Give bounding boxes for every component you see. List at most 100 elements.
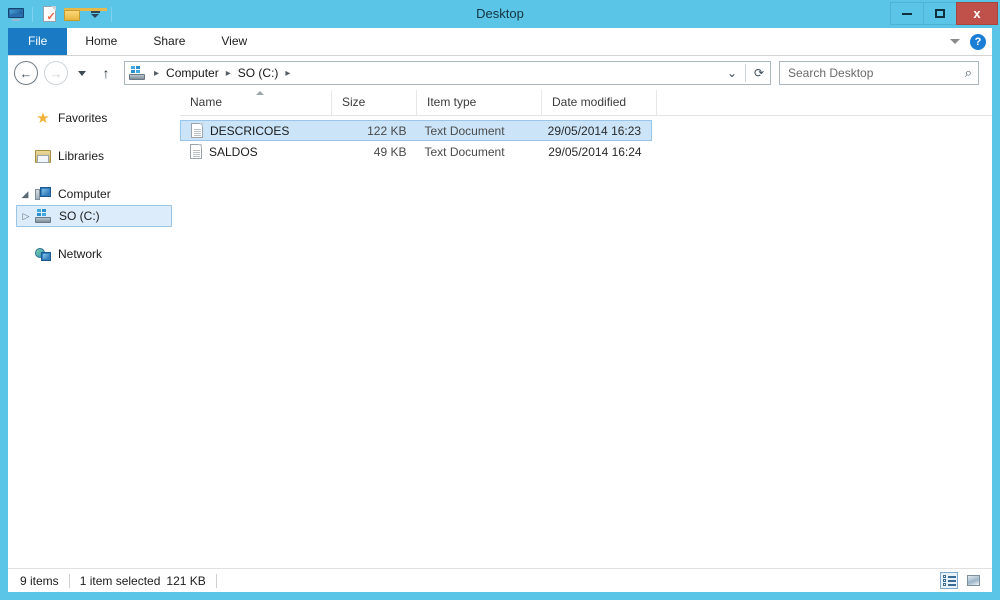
- close-button[interactable]: x: [956, 2, 998, 25]
- computer-icon-glyph: [8, 7, 24, 21]
- status-divider-1: [68, 573, 70, 588]
- back-button[interactable]: ←: [14, 61, 38, 85]
- collapse-arrow-icon[interactable]: ◢: [20, 189, 30, 200]
- large-icons-view-button[interactable]: [964, 572, 982, 589]
- status-selection: 1 item selected: [79, 573, 161, 588]
- sidebar-item-favorites[interactable]: ★ Favorites: [16, 107, 172, 129]
- forward-button[interactable]: →: [44, 61, 68, 85]
- new-folder-icon[interactable]: [62, 4, 107, 24]
- tab-share[interactable]: Share: [135, 28, 203, 55]
- file-size-cell: 122 KB: [367, 123, 407, 138]
- properties-icon[interactable]: ✓: [39, 4, 59, 24]
- details-view-button[interactable]: [940, 572, 958, 589]
- computer-icon[interactable]: [6, 4, 26, 24]
- sidebar-item-label: Libraries: [58, 149, 105, 163]
- search-input[interactable]: [786, 65, 965, 81]
- status-item-count: 9 items: [20, 573, 59, 588]
- chevron-down-icon: [90, 10, 100, 18]
- file-type-cell: Text Document: [424, 144, 505, 159]
- file-name-label: DESCRICOES: [210, 123, 290, 138]
- table-row[interactable]: DESCRICOES 122 KB Text Document 29/05/20…: [180, 120, 652, 141]
- file-size-cell: 49 KB: [373, 144, 407, 159]
- breadcrumb-separator-2[interactable]: ▸: [280, 68, 295, 79]
- tab-home[interactable]: Home: [67, 28, 135, 55]
- qat-divider-1: [32, 6, 33, 22]
- address-bar: ← → ↑ ▸ Computer ▸ SO (C:) ▸ ⌄ ⟳ ⌕: [8, 56, 992, 90]
- details-view-icon: [942, 575, 956, 586]
- column-header-row: Name Size Item type Date modified: [180, 90, 992, 116]
- status-bar: 9 items 1 item selected 121 KB: [8, 568, 992, 592]
- text-document-icon: [191, 123, 203, 138]
- drive-icon: [129, 66, 145, 80]
- file-explorer-window: ✓ Desktop x File Home Share View ? ← → ↑…: [0, 0, 1000, 600]
- tab-file[interactable]: File: [8, 28, 68, 55]
- maximize-button[interactable]: [923, 2, 957, 25]
- file-list-pane: Name Size Item type Date modified DESCRI…: [180, 90, 992, 568]
- qat-divider-2: [111, 6, 112, 22]
- view-toggle-group: [940, 572, 992, 589]
- minimize-button[interactable]: [890, 2, 924, 25]
- minimize-icon: [902, 12, 912, 15]
- breadcrumb-tools: ⌄ ⟳: [721, 62, 770, 84]
- breadcrumb[interactable]: ▸ Computer ▸ SO (C:) ▸ ⌄ ⟳: [124, 61, 771, 85]
- maximize-icon: [935, 9, 945, 18]
- new-folder-icon-glyph: [64, 7, 107, 21]
- table-row[interactable]: SALDOS 49 KB Text Document 29/05/2014 16…: [180, 141, 652, 162]
- title-bar: ✓ Desktop x: [0, 0, 1000, 28]
- recent-locations-button[interactable]: [74, 70, 90, 76]
- ribbon-tab-bar: File Home Share View ?: [8, 28, 992, 56]
- column-header-size[interactable]: Size: [332, 90, 417, 115]
- file-date-cell: 29/05/2014 16:24: [548, 144, 642, 159]
- sidebar-item-label: Favorites: [58, 111, 108, 125]
- explorer-content: ★ Favorites Libraries ◢ Computer ▷ SO (C…: [8, 90, 992, 568]
- drive-icon: [35, 209, 53, 223]
- breadcrumb-item-so-c[interactable]: SO (C:): [236, 66, 281, 80]
- libraries-icon: [34, 149, 52, 163]
- sidebar-item-so-c[interactable]: ▷ SO (C:): [16, 205, 172, 227]
- up-button[interactable]: ↑: [96, 65, 116, 81]
- ribbon-tabs: File Home Share View: [8, 28, 265, 55]
- sidebar-item-network[interactable]: Network: [16, 243, 172, 265]
- status-selection-size: 121 KB: [166, 573, 206, 588]
- quick-access-toolbar: ✓: [6, 3, 115, 25]
- sort-ascending-icon: [255, 91, 264, 95]
- column-header-label: Name: [190, 95, 223, 109]
- column-header-date-modified[interactable]: Date modified: [542, 90, 657, 115]
- address-dropdown-button[interactable]: ⌄: [721, 66, 743, 80]
- address-tool-divider: [745, 64, 746, 82]
- file-type-cell: Text Document: [424, 123, 505, 138]
- text-document-icon: [190, 144, 202, 159]
- navigation-pane: ★ Favorites Libraries ◢ Computer ▷ SO (C…: [8, 90, 180, 568]
- sidebar-item-computer[interactable]: ◢ Computer: [16, 183, 172, 205]
- file-name-cell: DESCRICOES: [181, 123, 331, 138]
- column-header-name[interactable]: Name: [180, 90, 332, 115]
- breadcrumb-separator-0: ▸: [154, 67, 160, 79]
- file-date-cell: 29/05/2014 16:23: [547, 123, 642, 138]
- sidebar-item-label: SO (C:): [59, 209, 100, 223]
- refresh-button[interactable]: ⟳: [748, 66, 770, 80]
- window-controls: x: [890, 2, 998, 25]
- file-name-label: SALDOS: [209, 144, 258, 159]
- star-icon: ★: [36, 109, 50, 127]
- column-header-item-type[interactable]: Item type: [417, 90, 542, 115]
- window-title: Desktop: [476, 6, 524, 21]
- search-icon[interactable]: ⌕: [965, 65, 972, 81]
- expand-arrow-icon[interactable]: ▷: [21, 211, 31, 222]
- search-box[interactable]: ⌕: [779, 61, 979, 85]
- properties-icon-glyph: ✓: [42, 6, 56, 23]
- chevron-down-icon[interactable]: [950, 39, 960, 44]
- file-rows: DESCRICOES 122 KB Text Document 29/05/20…: [180, 116, 992, 162]
- breadcrumb-separator-1[interactable]: ▸: [221, 68, 236, 79]
- ribbon-right-controls: ?: [950, 28, 986, 55]
- help-icon[interactable]: ?: [970, 33, 986, 50]
- file-name-cell: SALDOS: [180, 144, 330, 159]
- chevron-down-icon: [78, 70, 86, 76]
- sidebar-item-label: Network: [58, 247, 103, 261]
- breadcrumb-item-computer[interactable]: Computer: [164, 66, 221, 80]
- sidebar-item-libraries[interactable]: Libraries: [16, 145, 172, 167]
- network-icon: [34, 247, 52, 261]
- computer-icon: [34, 187, 52, 201]
- tab-view[interactable]: View: [203, 28, 265, 55]
